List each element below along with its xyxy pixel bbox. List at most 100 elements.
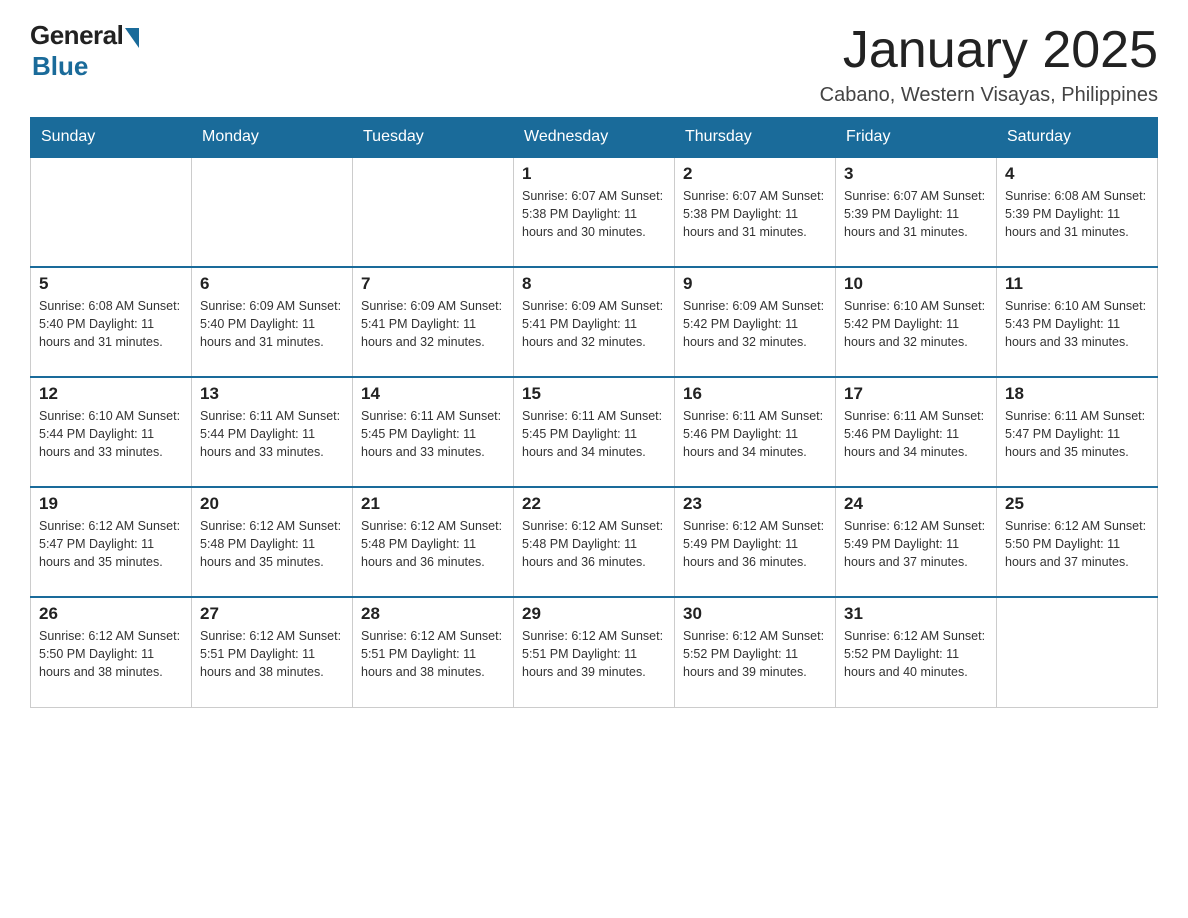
- calendar-cell: 14 Sunrise: 6:11 AM Sunset: 5:45 PM Dayli…: [353, 377, 514, 487]
- day-number: 23: [683, 494, 827, 514]
- calendar-cell: 10 Sunrise: 6:10 AM Sunset: 5:42 PM Dayli…: [836, 267, 997, 377]
- calendar-cell: 1 Sunrise: 6:07 AM Sunset: 5:38 PM Daylig…: [514, 157, 675, 267]
- week-row: 1 Sunrise: 6:07 AM Sunset: 5:38 PM Daylig…: [31, 157, 1158, 267]
- calendar-cell: 22 Sunrise: 6:12 AM Sunset: 5:48 PM Dayli…: [514, 487, 675, 597]
- day-info: Sunrise: 6:07 AM Sunset: 5:38 PM Dayligh…: [522, 187, 666, 241]
- calendar-cell: 3 Sunrise: 6:07 AM Sunset: 5:39 PM Daylig…: [836, 157, 997, 267]
- logo-arrow-icon: [125, 28, 139, 48]
- day-number: 6: [200, 274, 344, 294]
- month-title: January 2025: [820, 20, 1158, 80]
- day-of-week-header: Friday: [836, 118, 997, 158]
- day-number: 12: [39, 384, 183, 404]
- logo-general-text: General: [30, 20, 123, 51]
- day-number: 4: [1005, 164, 1149, 184]
- day-info: Sunrise: 6:11 AM Sunset: 5:44 PM Dayligh…: [200, 407, 344, 461]
- calendar-cell: 29 Sunrise: 6:12 AM Sunset: 5:51 PM Dayli…: [514, 597, 675, 707]
- day-info: Sunrise: 6:10 AM Sunset: 5:42 PM Dayligh…: [844, 297, 988, 351]
- day-number: 24: [844, 494, 988, 514]
- day-number: 8: [522, 274, 666, 294]
- day-number: 30: [683, 604, 827, 624]
- logo-blue-text: Blue: [32, 51, 88, 82]
- calendar-cell: 27 Sunrise: 6:12 AM Sunset: 5:51 PM Dayli…: [192, 597, 353, 707]
- day-info: Sunrise: 6:12 AM Sunset: 5:50 PM Dayligh…: [39, 627, 183, 681]
- day-info: Sunrise: 6:12 AM Sunset: 5:49 PM Dayligh…: [844, 517, 988, 571]
- location-label: Cabano, Western Visayas, Philippines: [820, 84, 1158, 107]
- day-number: 22: [522, 494, 666, 514]
- calendar-cell: 30 Sunrise: 6:12 AM Sunset: 5:52 PM Dayli…: [675, 597, 836, 707]
- calendar-cell: [31, 157, 192, 267]
- day-number: 15: [522, 384, 666, 404]
- calendar-cell: 8 Sunrise: 6:09 AM Sunset: 5:41 PM Daylig…: [514, 267, 675, 377]
- calendar-cell: 28Sunrise: 6:12 AM Sunset: 5:51 PM Dayli…: [353, 597, 514, 707]
- calendar-cell: 24 Sunrise: 6:12 AM Sunset: 5:49 PM Dayli…: [836, 487, 997, 597]
- day-of-week-header: Thursday: [675, 118, 836, 158]
- day-number: 3: [844, 164, 988, 184]
- day-number: 20: [200, 494, 344, 514]
- day-number: 1: [522, 164, 666, 184]
- day-info: Sunrise: 6:09 AM Sunset: 5:41 PM Dayligh…: [361, 297, 505, 351]
- calendar-cell: 9Sunrise: 6:09 AM Sunset: 5:42 PM Daylig…: [675, 267, 836, 377]
- calendar-cell: 7Sunrise: 6:09 AM Sunset: 5:41 PM Daylig…: [353, 267, 514, 377]
- calendar-cell: [997, 597, 1158, 707]
- calendar-cell: 4Sunrise: 6:08 AM Sunset: 5:39 PM Daylig…: [997, 157, 1158, 267]
- title-section: January 2025 Cabano, Western Visayas, Ph…: [820, 20, 1158, 107]
- day-number: 14: [361, 384, 505, 404]
- day-info: Sunrise: 6:10 AM Sunset: 5:44 PM Dayligh…: [39, 407, 183, 461]
- calendar-cell: 2 Sunrise: 6:07 AM Sunset: 5:38 PM Daylig…: [675, 157, 836, 267]
- day-number: 17: [844, 384, 988, 404]
- day-info: Sunrise: 6:11 AM Sunset: 5:47 PM Dayligh…: [1005, 407, 1149, 461]
- day-number: 2: [683, 164, 827, 184]
- calendar-cell: 19 Sunrise: 6:12 AM Sunset: 5:47 PM Dayli…: [31, 487, 192, 597]
- day-info: Sunrise: 6:12 AM Sunset: 5:51 PM Dayligh…: [522, 627, 666, 681]
- calendar-cell: [192, 157, 353, 267]
- day-info: Sunrise: 6:12 AM Sunset: 5:52 PM Dayligh…: [844, 627, 988, 681]
- calendar-cell: 25 Sunrise: 6:12 AM Sunset: 5:50 PM Dayli…: [997, 487, 1158, 597]
- calendar-cell: 17 Sunrise: 6:11 AM Sunset: 5:46 PM Dayli…: [836, 377, 997, 487]
- day-number: 10: [844, 274, 988, 294]
- week-row: 5Sunrise: 6:08 AM Sunset: 5:40 PM Daylig…: [31, 267, 1158, 377]
- calendar-cell: 26Sunrise: 6:12 AM Sunset: 5:50 PM Dayli…: [31, 597, 192, 707]
- day-of-week-header: Sunday: [31, 118, 192, 158]
- day-info: Sunrise: 6:12 AM Sunset: 5:52 PM Dayligh…: [683, 627, 827, 681]
- day-number: 16: [683, 384, 827, 404]
- day-number: 18: [1005, 384, 1149, 404]
- day-number: 31: [844, 604, 988, 624]
- day-info: Sunrise: 6:12 AM Sunset: 5:51 PM Dayligh…: [200, 627, 344, 681]
- day-info: Sunrise: 6:07 AM Sunset: 5:39 PM Dayligh…: [844, 187, 988, 241]
- day-number: 21: [361, 494, 505, 514]
- day-info: Sunrise: 6:11 AM Sunset: 5:46 PM Dayligh…: [683, 407, 827, 461]
- calendar-cell: 21 Sunrise: 6:12 AM Sunset: 5:48 PM Dayli…: [353, 487, 514, 597]
- day-info: Sunrise: 6:12 AM Sunset: 5:47 PM Dayligh…: [39, 517, 183, 571]
- calendar-cell: 13Sunrise: 6:11 AM Sunset: 5:44 PM Dayli…: [192, 377, 353, 487]
- day-info: Sunrise: 6:12 AM Sunset: 5:48 PM Dayligh…: [361, 517, 505, 571]
- day-info: Sunrise: 6:09 AM Sunset: 5:42 PM Dayligh…: [683, 297, 827, 351]
- day-info: Sunrise: 6:12 AM Sunset: 5:48 PM Dayligh…: [522, 517, 666, 571]
- day-info: Sunrise: 6:09 AM Sunset: 5:40 PM Dayligh…: [200, 297, 344, 351]
- day-info: Sunrise: 6:07 AM Sunset: 5:38 PM Dayligh…: [683, 187, 827, 241]
- day-info: Sunrise: 6:12 AM Sunset: 5:48 PM Dayligh…: [200, 517, 344, 571]
- day-number: 29: [522, 604, 666, 624]
- calendar-cell: 23Sunrise: 6:12 AM Sunset: 5:49 PM Dayli…: [675, 487, 836, 597]
- day-info: Sunrise: 6:12 AM Sunset: 5:50 PM Dayligh…: [1005, 517, 1149, 571]
- day-number: 27: [200, 604, 344, 624]
- calendar-cell: 6 Sunrise: 6:09 AM Sunset: 5:40 PM Daylig…: [192, 267, 353, 377]
- day-of-week-header: Tuesday: [353, 118, 514, 158]
- calendar-header-row: SundayMondayTuesdayWednesdayThursdayFrid…: [31, 118, 1158, 158]
- day-info: Sunrise: 6:12 AM Sunset: 5:51 PM Dayligh…: [361, 627, 505, 681]
- day-info: Sunrise: 6:08 AM Sunset: 5:40 PM Dayligh…: [39, 297, 183, 351]
- calendar-cell: 12 Sunrise: 6:10 AM Sunset: 5:44 PM Dayli…: [31, 377, 192, 487]
- day-info: Sunrise: 6:11 AM Sunset: 5:45 PM Dayligh…: [522, 407, 666, 461]
- calendar-cell: 31 Sunrise: 6:12 AM Sunset: 5:52 PM Dayli…: [836, 597, 997, 707]
- calendar-cell: 5Sunrise: 6:08 AM Sunset: 5:40 PM Daylig…: [31, 267, 192, 377]
- day-info: Sunrise: 6:11 AM Sunset: 5:45 PM Dayligh…: [361, 407, 505, 461]
- day-info: Sunrise: 6:09 AM Sunset: 5:41 PM Dayligh…: [522, 297, 666, 351]
- day-number: 11: [1005, 274, 1149, 294]
- calendar-cell: 20 Sunrise: 6:12 AM Sunset: 5:48 PM Dayli…: [192, 487, 353, 597]
- day-of-week-header: Wednesday: [514, 118, 675, 158]
- day-info: Sunrise: 6:11 AM Sunset: 5:46 PM Dayligh…: [844, 407, 988, 461]
- calendar-cell: 16 Sunrise: 6:11 AM Sunset: 5:46 PM Dayli…: [675, 377, 836, 487]
- day-number: 19: [39, 494, 183, 514]
- calendar-cell: [353, 157, 514, 267]
- week-row: 26Sunrise: 6:12 AM Sunset: 5:50 PM Dayli…: [31, 597, 1158, 707]
- day-number: 25: [1005, 494, 1149, 514]
